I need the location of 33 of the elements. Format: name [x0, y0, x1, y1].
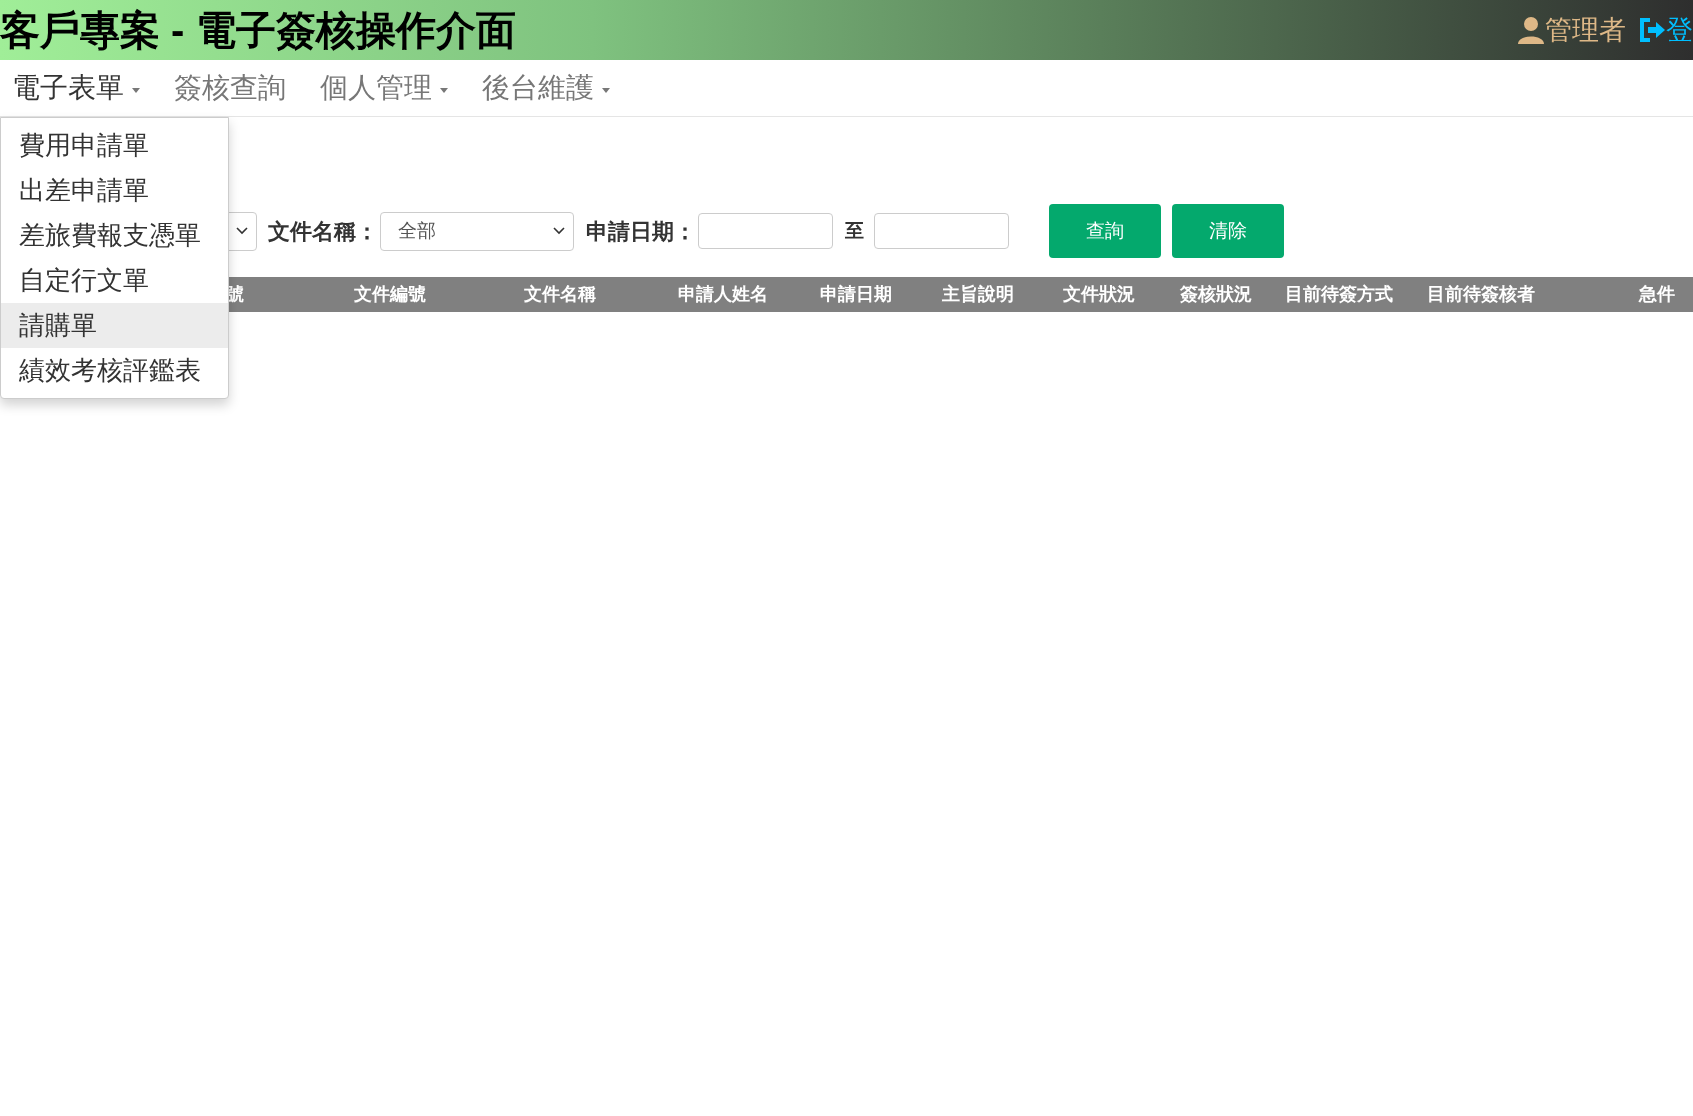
start-date-field[interactable]: [698, 213, 833, 249]
date-label: 申請日期：: [586, 217, 696, 246]
column-header: 申請人姓名: [677, 283, 769, 306]
column-header: 簽核狀況: [1178, 283, 1253, 306]
column-header: 目前待簽核者: [1426, 283, 1536, 306]
menu-item[interactable]: 自定行文單: [1, 258, 228, 303]
nav-item[interactable]: 後台維護: [482, 67, 610, 109]
nav-item[interactable]: 個人管理: [320, 67, 448, 109]
column-header: 申請日期: [818, 283, 893, 306]
user-link[interactable]: 管理者: [1517, 9, 1626, 51]
user-icon: [1517, 16, 1545, 44]
logout-link[interactable]: 登: [1638, 9, 1693, 51]
column-header: 文件狀況: [1061, 283, 1136, 306]
chevron-icon: [236, 227, 248, 235]
menu-item[interactable]: 費用申請單: [1, 123, 228, 168]
app-title: 客戶專案 - 電子簽核操作介面: [0, 10, 516, 50]
nav-item[interactable]: 簽核查詢: [174, 67, 286, 109]
column-header: 文件名稱: [523, 283, 597, 306]
end-date-field[interactable]: [874, 213, 1009, 249]
column-header: 目前待簽方式: [1283, 283, 1394, 306]
menu-item[interactable]: 差旅費報支憑單: [1, 213, 228, 258]
chevron-icon: [553, 227, 565, 235]
doc-name-select[interactable]: 全部: [380, 211, 574, 251]
menu-item[interactable]: 績效考核評鑑表: [1, 348, 228, 393]
menu-item[interactable]: 請購單: [1, 303, 228, 348]
menu-item[interactable]: 出差申請單: [1, 168, 228, 213]
doc-name-label: 文件名稱：: [268, 217, 378, 246]
column-header: 文件編號: [353, 283, 427, 306]
column-header: 主旨說明: [941, 283, 1015, 306]
logout-icon: [1638, 17, 1666, 43]
nav-item[interactable]: 電子表單: [12, 67, 140, 109]
date-to-label: 至: [845, 218, 864, 243]
column-header: 急件: [1637, 283, 1676, 306]
